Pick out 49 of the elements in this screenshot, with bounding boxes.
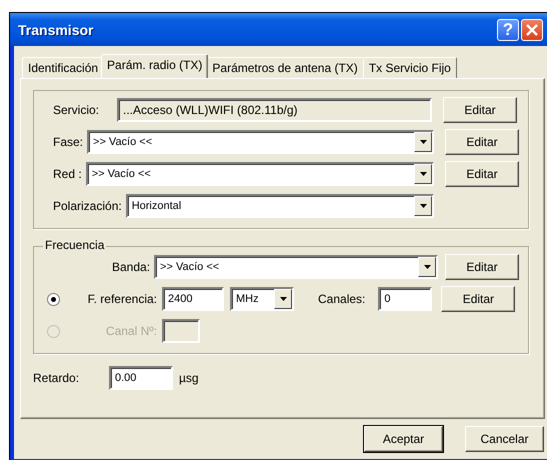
- field-label: Fase:: [53, 135, 84, 149]
- dropdown-arrow-button[interactable]: [274, 289, 292, 309]
- dropdown[interactable]: >> Vacío <<: [86, 162, 434, 186]
- caret-icon: [420, 204, 426, 208]
- dropdown-value: >> Vacío <<: [160, 261, 220, 273]
- dropdown-arrow-button[interactable]: [418, 257, 436, 277]
- field-label: Canales:: [318, 292, 366, 306]
- input-field[interactable]: 0.00: [109, 366, 173, 390]
- dropdown-value: >> Vacío <<: [92, 168, 152, 180]
- button[interactable]: Editar: [443, 97, 518, 123]
- caret-icon: [424, 265, 430, 269]
- field-label: Polarización:: [53, 199, 122, 213]
- dropdown[interactable]: >> Vacío <<: [87, 130, 434, 154]
- dropdown[interactable]: Horizontal: [126, 194, 434, 218]
- button[interactable]: Aceptar: [364, 426, 443, 452]
- button[interactable]: Editar: [441, 286, 516, 312]
- caret-icon: [280, 297, 286, 301]
- button[interactable]: Cancelar: [465, 426, 544, 452]
- tab[interactable]: Parám. radio (TX): [101, 54, 208, 78]
- close-button[interactable]: [521, 18, 543, 40]
- field-label: Servicio:: [53, 103, 100, 117]
- caret-icon: [420, 172, 426, 176]
- dropdown[interactable]: MHz: [230, 287, 294, 311]
- field-label: Banda:: [112, 260, 150, 274]
- dropdown-arrow-button[interactable]: [414, 196, 432, 216]
- tab[interactable]: Tx Servicio Fijo: [362, 57, 457, 78]
- button[interactable]: Editar: [445, 254, 519, 280]
- group-title: Frecuencia: [43, 238, 106, 252]
- dropdown[interactable]: >> Vacío <<: [154, 255, 438, 279]
- field-label: Red :: [53, 167, 82, 181]
- window-title: Transmisor: [18, 22, 94, 38]
- caret-icon: [420, 140, 426, 144]
- dropdown-value: Horizontal: [132, 200, 182, 212]
- dropdown-arrow-button[interactable]: [414, 164, 432, 184]
- unit-label: µsg: [179, 371, 199, 385]
- dropdown-value: >> Vacío <<: [93, 136, 154, 148]
- field-label: F. referencia:: [86, 292, 157, 306]
- input-field[interactable]: 2400: [162, 287, 224, 311]
- dropdown-arrow-button[interactable]: [414, 132, 432, 152]
- dropdown-value: MHz: [236, 293, 260, 305]
- radio-button[interactable]: [47, 292, 60, 306]
- close-icon: [526, 24, 538, 36]
- field-label: Retardo:: [33, 371, 80, 385]
- readonly-field: ...Acceso (WLL)WIFI (802.11b/g): [117, 98, 432, 122]
- input-field: [162, 319, 200, 343]
- button[interactable]: Editar: [445, 129, 519, 155]
- field-label: Canal Nº:: [104, 324, 157, 338]
- input-field[interactable]: 0: [378, 287, 432, 311]
- button[interactable]: Editar: [445, 161, 519, 187]
